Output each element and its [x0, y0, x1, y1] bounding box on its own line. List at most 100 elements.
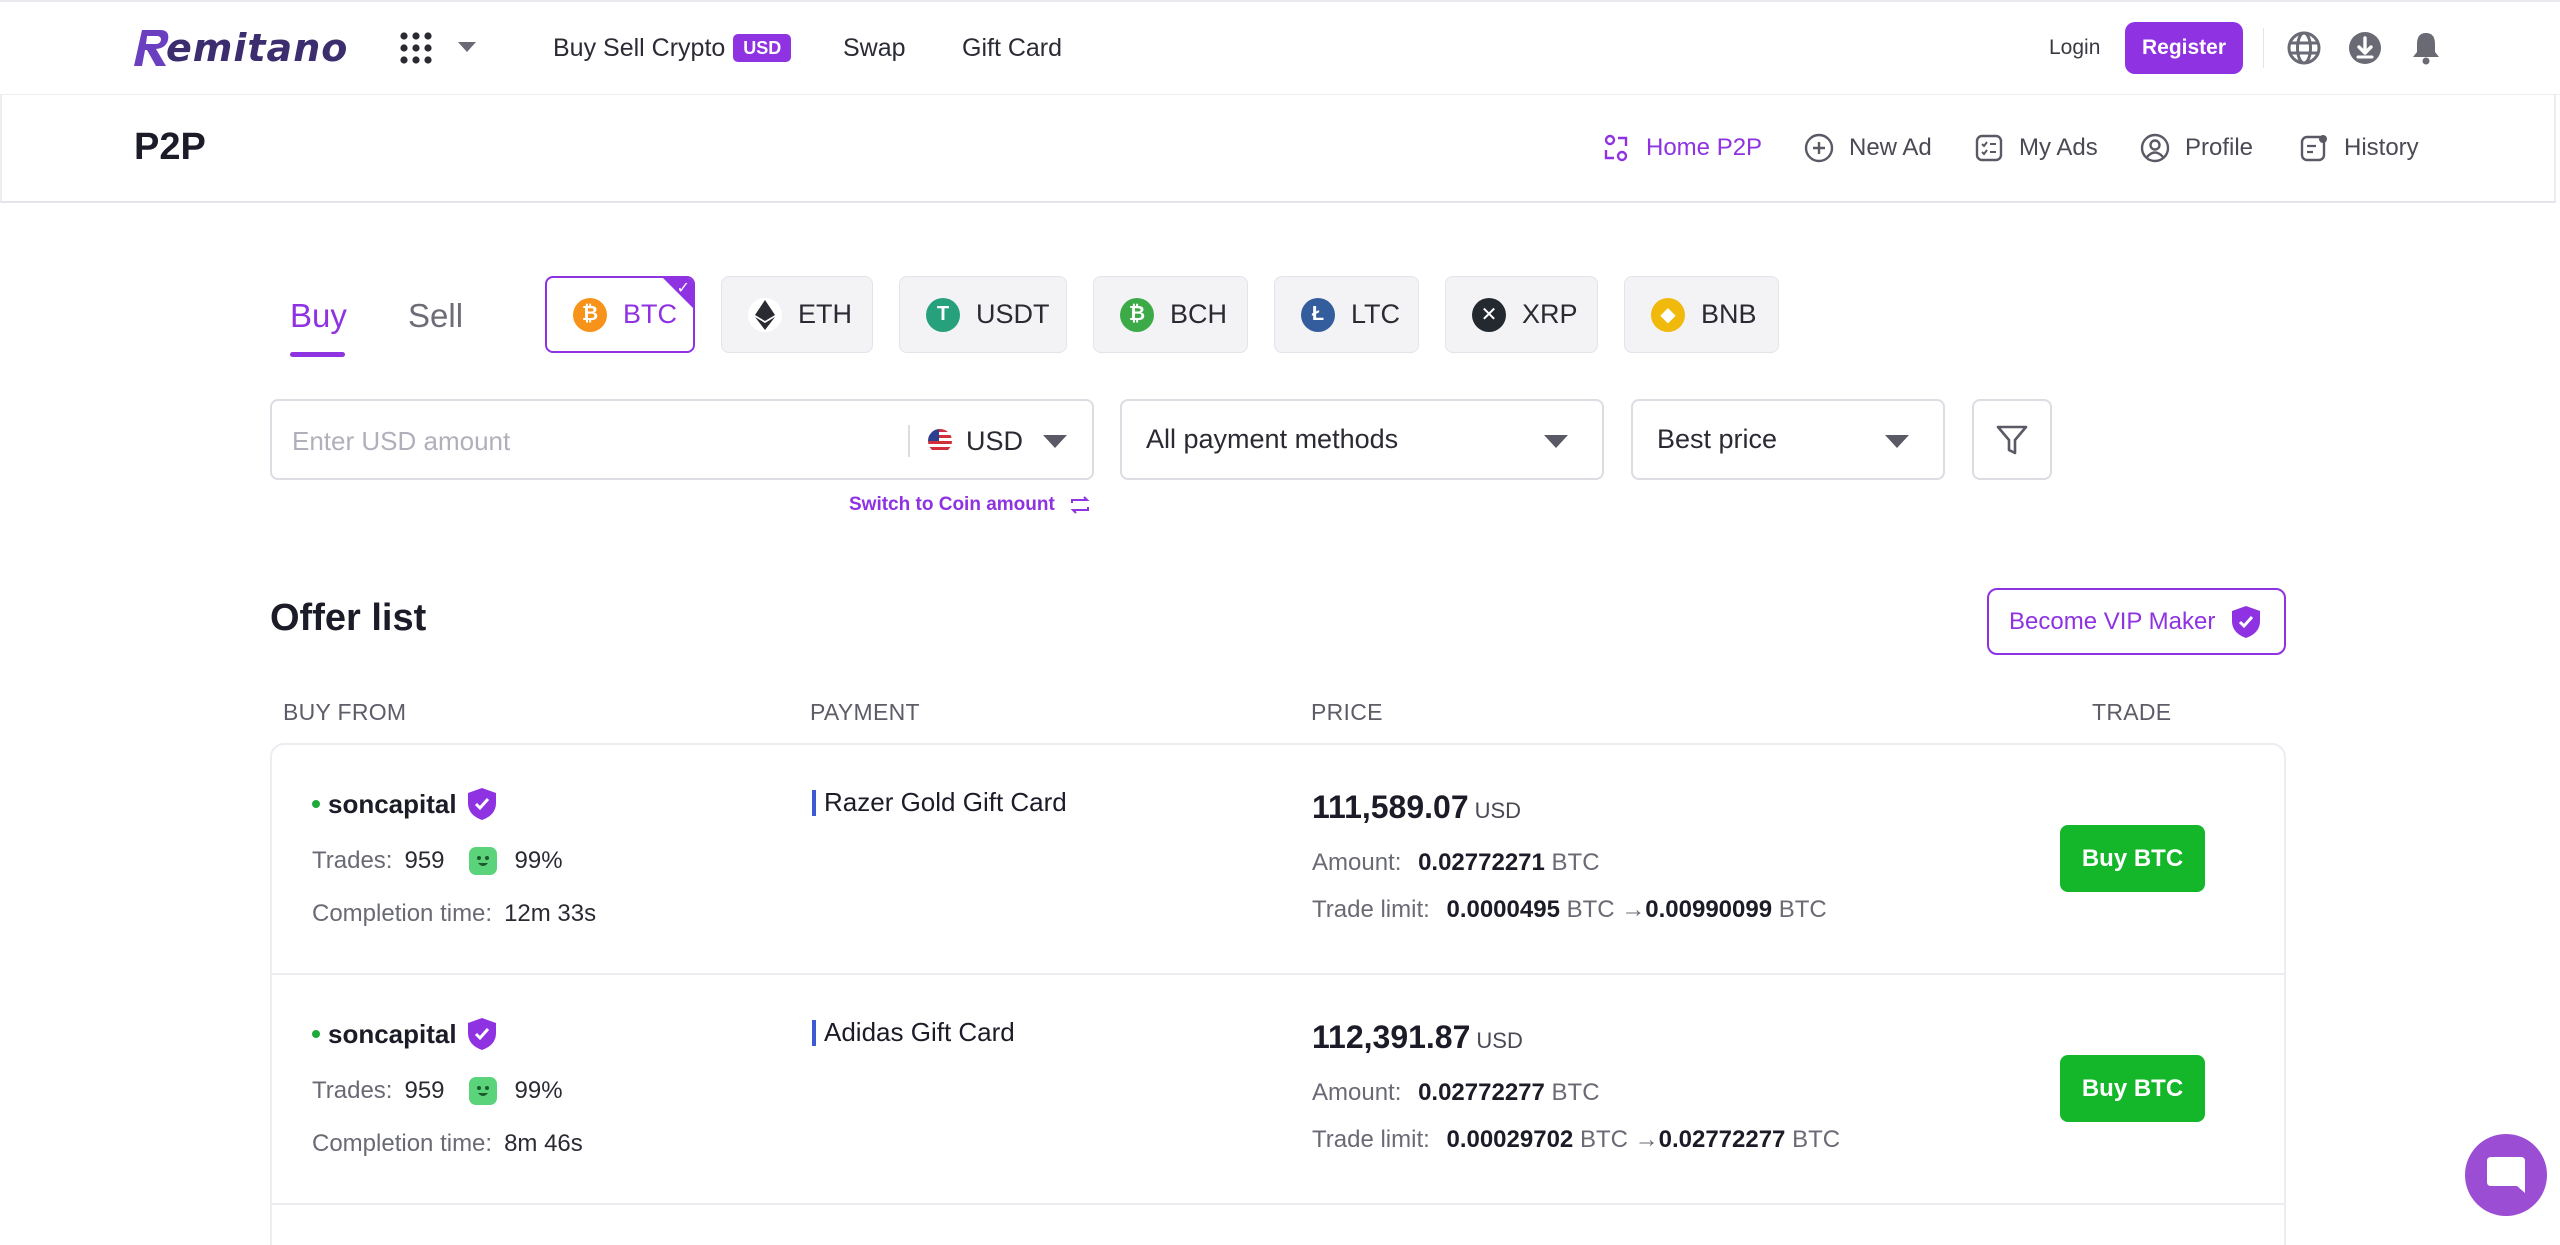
trades-label: Trades:: [312, 847, 393, 874]
trade-limit-label: Trade limit:: [1312, 1126, 1430, 1153]
switch-to-coin-amount[interactable]: Switch to Coin amount: [849, 494, 1091, 516]
chat-support-button[interactable]: [2465, 1134, 2547, 1216]
coin-chip-bch[interactable]: ₿ BCH: [1093, 276, 1248, 353]
completion-label: Completion time:: [312, 900, 493, 927]
usdt-icon: T: [926, 297, 960, 332]
coin-usdt-label: USDT: [976, 299, 1050, 329]
eth-icon: [748, 297, 782, 332]
coin-chip-xrp[interactable]: ✕ XRP: [1445, 276, 1598, 353]
login-link[interactable]: Login: [2049, 32, 2100, 64]
amount-divider: [908, 425, 910, 457]
remitano-logo[interactable]: emitano: [134, 24, 348, 72]
subnav-new-ad[interactable]: New Ad: [1803, 128, 1932, 168]
subnav-profile-label: Profile: [2185, 134, 2254, 161]
nav-buy-sell-crypto[interactable]: Buy Sell Crypto USD: [553, 30, 792, 66]
subnav-home-label: Home P2P: [1646, 134, 1763, 161]
amount-value: 0.02772277: [1418, 1079, 1545, 1106]
sort-select[interactable]: Best price: [1631, 399, 1945, 480]
currency-badge: USD: [733, 34, 792, 62]
column-price: PRICE: [1311, 699, 1383, 725]
vip-shield-icon: [2232, 605, 2261, 638]
price-value: 111,589.07: [1312, 789, 1469, 825]
coin-bch-label: BCH: [1170, 299, 1228, 329]
nav-gift-card[interactable]: Gift Card: [962, 30, 1062, 66]
subnav-new-ad-label: New Ad: [1849, 134, 1932, 161]
trades-label: Trades:: [312, 1077, 393, 1104]
online-status-dot: [312, 1030, 320, 1038]
tab-sell[interactable]: Sell: [408, 296, 463, 336]
nav-buy-sell-label: Buy Sell Crypto: [553, 34, 726, 62]
buy-btc-button[interactable]: Buy BTC: [2060, 1055, 2205, 1122]
switch-label: Switch to Coin amount: [849, 494, 1055, 515]
chevron-down-icon[interactable]: [456, 40, 478, 54]
xrp-icon: ✕: [1472, 297, 1506, 332]
header-divider: [2263, 28, 2264, 68]
price-value: 112,391.87: [1312, 1019, 1471, 1055]
download-icon[interactable]: [2347, 30, 2383, 66]
limit-min: 0.0000495: [1446, 896, 1560, 923]
amount-field: USD: [270, 399, 1094, 480]
seller[interactable]: soncapital: [312, 1017, 497, 1051]
offer-row: soncapital Trades: 959 99% Completion ti…: [272, 745, 2284, 975]
amount-value: 0.02772271: [1418, 849, 1545, 876]
coin-chip-btc[interactable]: ₿ BTC ✓: [545, 276, 695, 353]
seller[interactable]: soncapital: [312, 787, 497, 821]
subnav-my-ads[interactable]: My Ads: [1973, 128, 2098, 168]
filter-button[interactable]: [1972, 399, 2052, 480]
become-vip-maker-button[interactable]: Become VIP Maker: [1987, 588, 2286, 655]
top-header: emitano Buy Sell Crypto USD Swap Gift Ca…: [0, 0, 2560, 95]
payment-name: Razer Gold Gift Card: [824, 787, 1067, 817]
amount-label: Amount:: [1312, 849, 1402, 876]
amount-input[interactable]: [292, 419, 892, 463]
coin-chip-bnb[interactable]: ◆ BNB: [1624, 276, 1779, 353]
limit-max-unit: BTC: [1792, 1126, 1841, 1153]
completion-label: Completion time:: [312, 1130, 493, 1157]
verified-shield-icon: [467, 1018, 496, 1050]
coin-chip-eth[interactable]: ETH: [721, 276, 873, 353]
limit-max: 0.00990099: [1645, 896, 1773, 923]
completion-value: 8m 46s: [504, 1130, 583, 1157]
smiley-rating-icon: [468, 1077, 497, 1105]
completion-value: 12m 33s: [504, 900, 597, 927]
limit-max: 0.02772277: [1658, 1126, 1786, 1153]
coin-ltc-label: LTC: [1351, 299, 1401, 329]
register-button[interactable]: Register: [2125, 22, 2243, 74]
offer-price: 111,589.07 USD: [1312, 789, 1521, 826]
completion-stat: Completion time: 12m 33s: [312, 900, 596, 928]
subnav-history[interactable]: History: [2298, 128, 2419, 168]
rating-value: 99%: [514, 1077, 563, 1104]
smiley-rating-icon: [468, 847, 497, 875]
bell-icon[interactable]: [2408, 30, 2444, 66]
amount-unit: BTC: [1551, 849, 1600, 876]
subnav-home-p2p[interactable]: Home P2P: [1600, 128, 1762, 168]
logo-text: emitano: [166, 26, 349, 70]
bch-icon: ₿: [1120, 297, 1154, 332]
btc-icon: ₿: [573, 297, 607, 332]
subnav-profile[interactable]: Profile: [2139, 128, 2253, 168]
amount-label: Amount:: [1312, 1079, 1402, 1106]
offer-list: soncapital Trades: 959 99% Completion ti…: [270, 743, 2286, 1245]
tab-buy[interactable]: Buy: [290, 296, 347, 336]
offer-amount: Amount: 0.02772277 BTC: [1312, 1079, 1600, 1107]
currency-select[interactable]: USD: [928, 419, 1068, 463]
column-trade: TRADE: [2092, 699, 2172, 725]
verified-shield-icon: [467, 788, 496, 820]
list-icon: [1975, 134, 2003, 162]
limit-min-unit: BTC: [1579, 1126, 1628, 1153]
offer-amount: Amount: 0.02772271 BTC: [1312, 849, 1600, 877]
globe-icon[interactable]: [2286, 30, 2322, 66]
coin-chip-ltc[interactable]: Ł LTC: [1274, 276, 1419, 353]
limit-min: 0.00029702: [1446, 1126, 1574, 1153]
payment-method-select[interactable]: All payment methods: [1120, 399, 1604, 480]
payment-method: Razer Gold Gift Card: [812, 787, 1067, 818]
page-title: P2P: [134, 126, 206, 168]
plus-circle-icon: [1804, 133, 1834, 163]
buy-btc-button[interactable]: Buy BTC: [2060, 825, 2205, 892]
nav-swap[interactable]: Swap: [843, 30, 906, 66]
chat-icon: [2487, 1157, 2525, 1193]
price-unit: USD: [1476, 1028, 1523, 1053]
ltc-icon: Ł: [1301, 297, 1335, 332]
coin-chip-usdt[interactable]: T USDT: [899, 276, 1067, 353]
grid-icon[interactable]: [398, 30, 434, 66]
offer-trade-limit: Trade limit: 0.00029702 BTC →0.02772277 …: [1312, 1126, 1840, 1154]
